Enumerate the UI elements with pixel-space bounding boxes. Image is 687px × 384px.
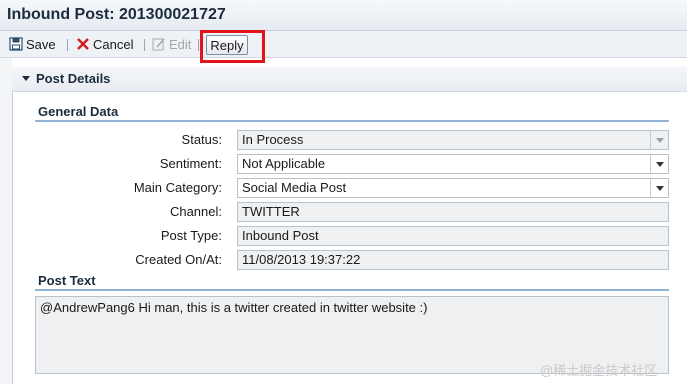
title-bar: Inbound Post: 201300021727	[0, 0, 687, 31]
channel-value: TWITTER	[242, 204, 300, 219]
caret-down-icon[interactable]	[22, 76, 30, 81]
window-title: Inbound Post: 201300021727	[7, 6, 226, 23]
cancel-label: Cancel	[93, 36, 134, 52]
chevron-down-icon[interactable]	[650, 155, 668, 173]
post-type-field: Inbound Post	[237, 226, 669, 246]
watermark: @稀土掘金技术社区	[540, 363, 658, 378]
save-label: Save	[26, 36, 56, 52]
group-divider	[35, 289, 669, 291]
toolbar-divider	[144, 39, 145, 51]
sentiment-select[interactable]: Not Applicable	[237, 154, 669, 174]
cancel-button[interactable]: Cancel	[76, 35, 133, 53]
status-value: In Process	[242, 132, 304, 147]
sentiment-value: Not Applicable	[242, 156, 326, 171]
general-data-title: General Data	[38, 104, 119, 119]
chevron-down-icon[interactable]	[650, 131, 668, 149]
toolbar-divider	[198, 39, 199, 51]
toolbar-divider	[67, 39, 68, 51]
channel-field: TWITTER	[237, 202, 669, 222]
main-category-value: Social Media Post	[242, 180, 347, 195]
chevron-down-icon[interactable]	[650, 179, 668, 197]
toolbar: Save Cancel Edit	[0, 31, 687, 58]
status-label: Status:	[181, 132, 222, 147]
post-type-value: Inbound Post	[242, 228, 319, 243]
post-text-title: Post Text	[38, 273, 96, 288]
red-x-icon	[77, 38, 89, 50]
pencil-icon	[152, 38, 165, 51]
created-on-label: Created On/At:	[135, 252, 222, 267]
save-button[interactable]: Save	[9, 35, 56, 53]
edit-label: Edit	[169, 36, 192, 52]
left-gutter	[0, 58, 12, 384]
post-type-label: Post Type:	[160, 228, 222, 243]
main-category-select[interactable]: Social Media Post	[237, 178, 669, 198]
reply-highlight-box	[200, 30, 265, 63]
post-details-header[interactable]: Post Details	[12, 67, 687, 92]
sentiment-label: Sentiment:	[159, 156, 222, 171]
main-category-label: Main Category:	[133, 180, 222, 195]
floppy-disk-icon	[9, 37, 23, 51]
edit-button[interactable]: Edit	[152, 35, 191, 53]
section-title: Post Details	[36, 71, 111, 86]
channel-label: Channel:	[169, 204, 222, 219]
created-on-value: 11/08/2013 19:37:22	[242, 252, 361, 267]
status-select[interactable]: In Process	[237, 130, 669, 150]
created-on-field: 11/08/2013 19:37:22	[237, 250, 669, 270]
group-divider	[35, 120, 669, 122]
